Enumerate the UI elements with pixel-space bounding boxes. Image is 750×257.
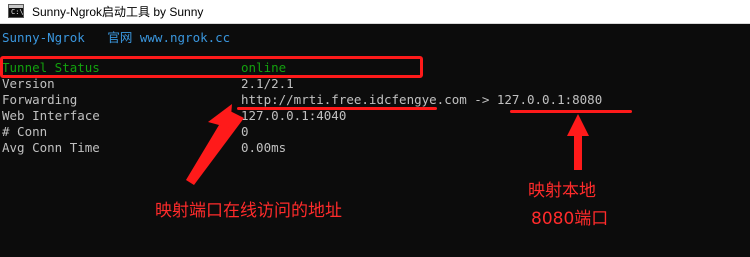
arrow-head-to-public-url	[208, 104, 232, 128]
annotation-arrows	[186, 104, 589, 185]
online-url-annotation: 映射端口在线访问的地址	[155, 201, 342, 221]
local-port-annotation-line1: 映射本地	[528, 181, 596, 201]
arrow-to-local-port	[574, 132, 582, 170]
arrow-head-to-local-port	[567, 114, 589, 136]
local-port-annotation-line2: 8080端口	[531, 209, 609, 229]
